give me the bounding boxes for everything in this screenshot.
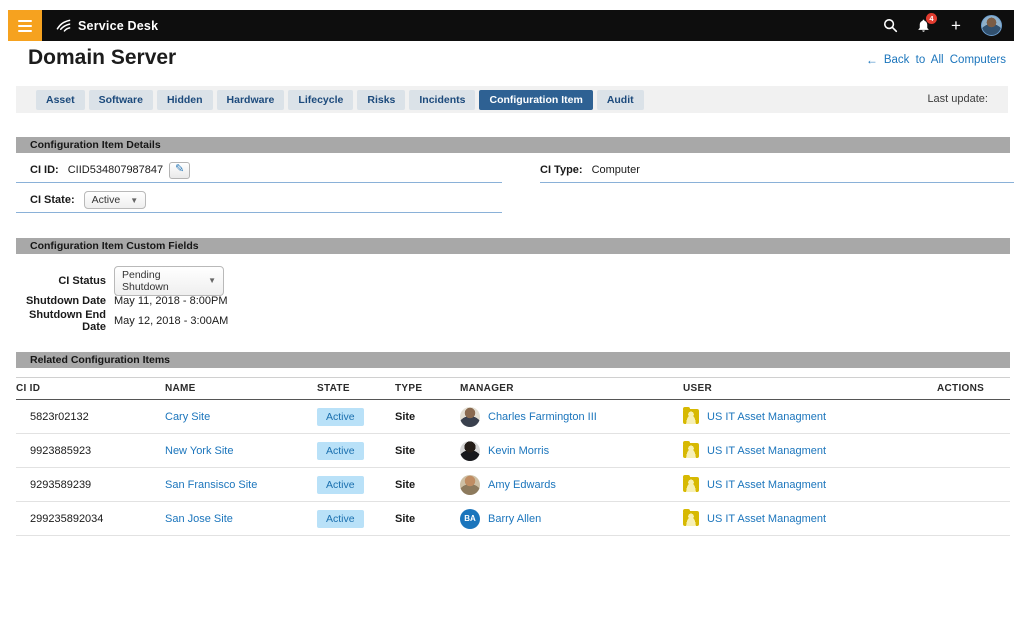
- state-badge: Active: [317, 510, 364, 528]
- back-link[interactable]: ← Back to All Computers: [866, 53, 1006, 67]
- manager-avatar: [460, 475, 480, 495]
- user-link[interactable]: US IT Asset Managment: [707, 445, 826, 457]
- ci-state-label: CI State:: [30, 194, 75, 206]
- ci-name-link[interactable]: New York Site: [165, 445, 233, 457]
- chevron-down-icon: ▼: [208, 276, 216, 285]
- shutdown-date-value: May 11, 2018 - 8:00PM: [114, 295, 228, 307]
- menu-icon[interactable]: [8, 10, 42, 41]
- ci-id-cell: 299235892034: [16, 513, 165, 525]
- table-header-row: CI ID NAME STATE TYPE MANAGER USER ACTIO…: [16, 377, 1010, 400]
- column-header: CI ID: [16, 383, 165, 394]
- ci-name-link[interactable]: San Fransisco Site: [165, 479, 257, 491]
- tab[interactable]: Lifecycle: [288, 90, 353, 110]
- table-body: 5823r02132 Cary Site Active Site Charles…: [16, 400, 1010, 536]
- ci-type-label: CI Type:: [540, 164, 583, 176]
- column-header: MANAGER: [460, 383, 683, 394]
- tab[interactable]: Incidents: [409, 90, 475, 110]
- shutdown-end-date-label: Shutdown End Date: [16, 309, 106, 333]
- bell-icon[interactable]: 4: [915, 18, 931, 34]
- table-row: 5823r02132 Cary Site Active Site Charles…: [16, 400, 1010, 434]
- manager-avatar: [460, 441, 480, 461]
- column-header: NAME: [165, 383, 317, 394]
- section-header-details: Configuration Item Details: [16, 137, 1010, 153]
- column-header: USER: [683, 383, 937, 394]
- manager-link[interactable]: Barry Allen: [488, 513, 541, 525]
- shutdown-end-date-value: May 12, 2018 - 3:00AM: [114, 315, 228, 327]
- search-icon[interactable]: [882, 18, 898, 34]
- shutdown-end-date-row: Shutdown End Date May 12, 2018 - 3:00AM: [16, 313, 228, 329]
- last-update-label: Last update:: [927, 93, 998, 105]
- section-header-related: Related Configuration Items: [16, 352, 1010, 368]
- solarwinds-logo-icon: [56, 18, 71, 33]
- type-cell: Site: [395, 513, 460, 525]
- state-badge: Active: [317, 476, 364, 494]
- tab[interactable]: Asset: [36, 90, 85, 110]
- user-link[interactable]: US IT Asset Managment: [707, 513, 826, 525]
- topbar-actions: 4 +: [882, 15, 1014, 36]
- ci-state-select[interactable]: Active▼: [84, 191, 147, 209]
- ci-state-row: CI State: Active▼: [30, 190, 146, 210]
- user-group-icon: [683, 477, 699, 492]
- ci-id-row: CI ID: CIID534807987847 ✎: [30, 160, 190, 180]
- user-link[interactable]: US IT Asset Managment: [707, 411, 826, 423]
- table-row: 299235892034 San Jose Site Active Site B…: [16, 502, 1010, 536]
- type-cell: Site: [395, 479, 460, 491]
- tab[interactable]: Software: [89, 90, 153, 110]
- back-arrow-icon: ←: [866, 53, 878, 67]
- manager-avatar: BA: [460, 509, 480, 529]
- column-header: STATE: [317, 383, 395, 394]
- section-header-custom-fields: Configuration Item Custom Fields: [16, 238, 1010, 254]
- tab[interactable]: Hidden: [157, 90, 213, 110]
- tab[interactable]: Configuration Item: [479, 90, 592, 110]
- ci-status-label: CI Status: [16, 275, 106, 287]
- state-badge: Active: [317, 408, 364, 426]
- ci-name-link[interactable]: Cary Site: [165, 411, 210, 423]
- manager-link[interactable]: Charles Farmington III: [488, 411, 597, 423]
- chevron-down-icon: ▼: [130, 196, 138, 205]
- ci-status-row: CI Status Pending Shutdown▼: [16, 271, 224, 290]
- user-group-icon: [683, 511, 699, 526]
- brand: Service Desk: [56, 18, 158, 33]
- shutdown-date-label: Shutdown Date: [16, 295, 106, 307]
- ci-id-cell: 9923885923: [16, 445, 165, 457]
- plus-icon[interactable]: +: [948, 18, 964, 34]
- app-title: Service Desk: [78, 19, 158, 33]
- ci-name-link[interactable]: San Jose Site: [165, 513, 233, 525]
- tab[interactable]: Audit: [597, 90, 644, 110]
- type-cell: Site: [395, 445, 460, 457]
- user-group-icon: [683, 443, 699, 458]
- ci-type-row: CI Type: Computer: [540, 162, 640, 178]
- divider: [16, 182, 502, 183]
- top-bar: Service Desk 4 +: [8, 10, 1014, 41]
- shutdown-date-row: Shutdown Date May 11, 2018 - 8:00PM: [16, 293, 228, 309]
- column-header: ACTIONS: [937, 383, 1010, 394]
- table-row: 9293589239 San Fransisco Site Active Sit…: [16, 468, 1010, 502]
- notification-badge: 4: [926, 13, 937, 24]
- manager-link[interactable]: Amy Edwards: [488, 479, 556, 491]
- ci-type-value: Computer: [592, 164, 640, 176]
- tab[interactable]: Hardware: [217, 90, 285, 110]
- type-cell: Site: [395, 411, 460, 423]
- ci-status-select[interactable]: Pending Shutdown▼: [114, 266, 224, 296]
- manager-link[interactable]: Kevin Morris: [488, 445, 549, 457]
- user-group-icon: [683, 409, 699, 424]
- column-header: TYPE: [395, 383, 460, 394]
- ci-id-cell: 5823r02132: [16, 411, 165, 423]
- ci-id-cell: 9293589239: [16, 479, 165, 491]
- related-items-table: CI ID NAME STATE TYPE MANAGER USER ACTIO…: [16, 377, 1010, 536]
- table-row: 9923885923 New York Site Active Site Kev…: [16, 434, 1010, 468]
- ci-id-value: CIID534807987847: [68, 164, 163, 176]
- divider: [540, 182, 1014, 183]
- divider: [16, 212, 502, 213]
- tab-bar: Asset Software Hidden Hardware Lifecycle…: [16, 86, 1008, 113]
- profile-avatar[interactable]: [981, 15, 1002, 36]
- page-title: Domain Server: [28, 46, 176, 70]
- manager-avatar: [460, 407, 480, 427]
- user-link[interactable]: US IT Asset Managment: [707, 479, 826, 491]
- tab[interactable]: Risks: [357, 90, 405, 110]
- state-badge: Active: [317, 442, 364, 460]
- edit-pencil-icon[interactable]: ✎: [169, 162, 190, 179]
- ci-id-label: CI ID:: [30, 164, 59, 176]
